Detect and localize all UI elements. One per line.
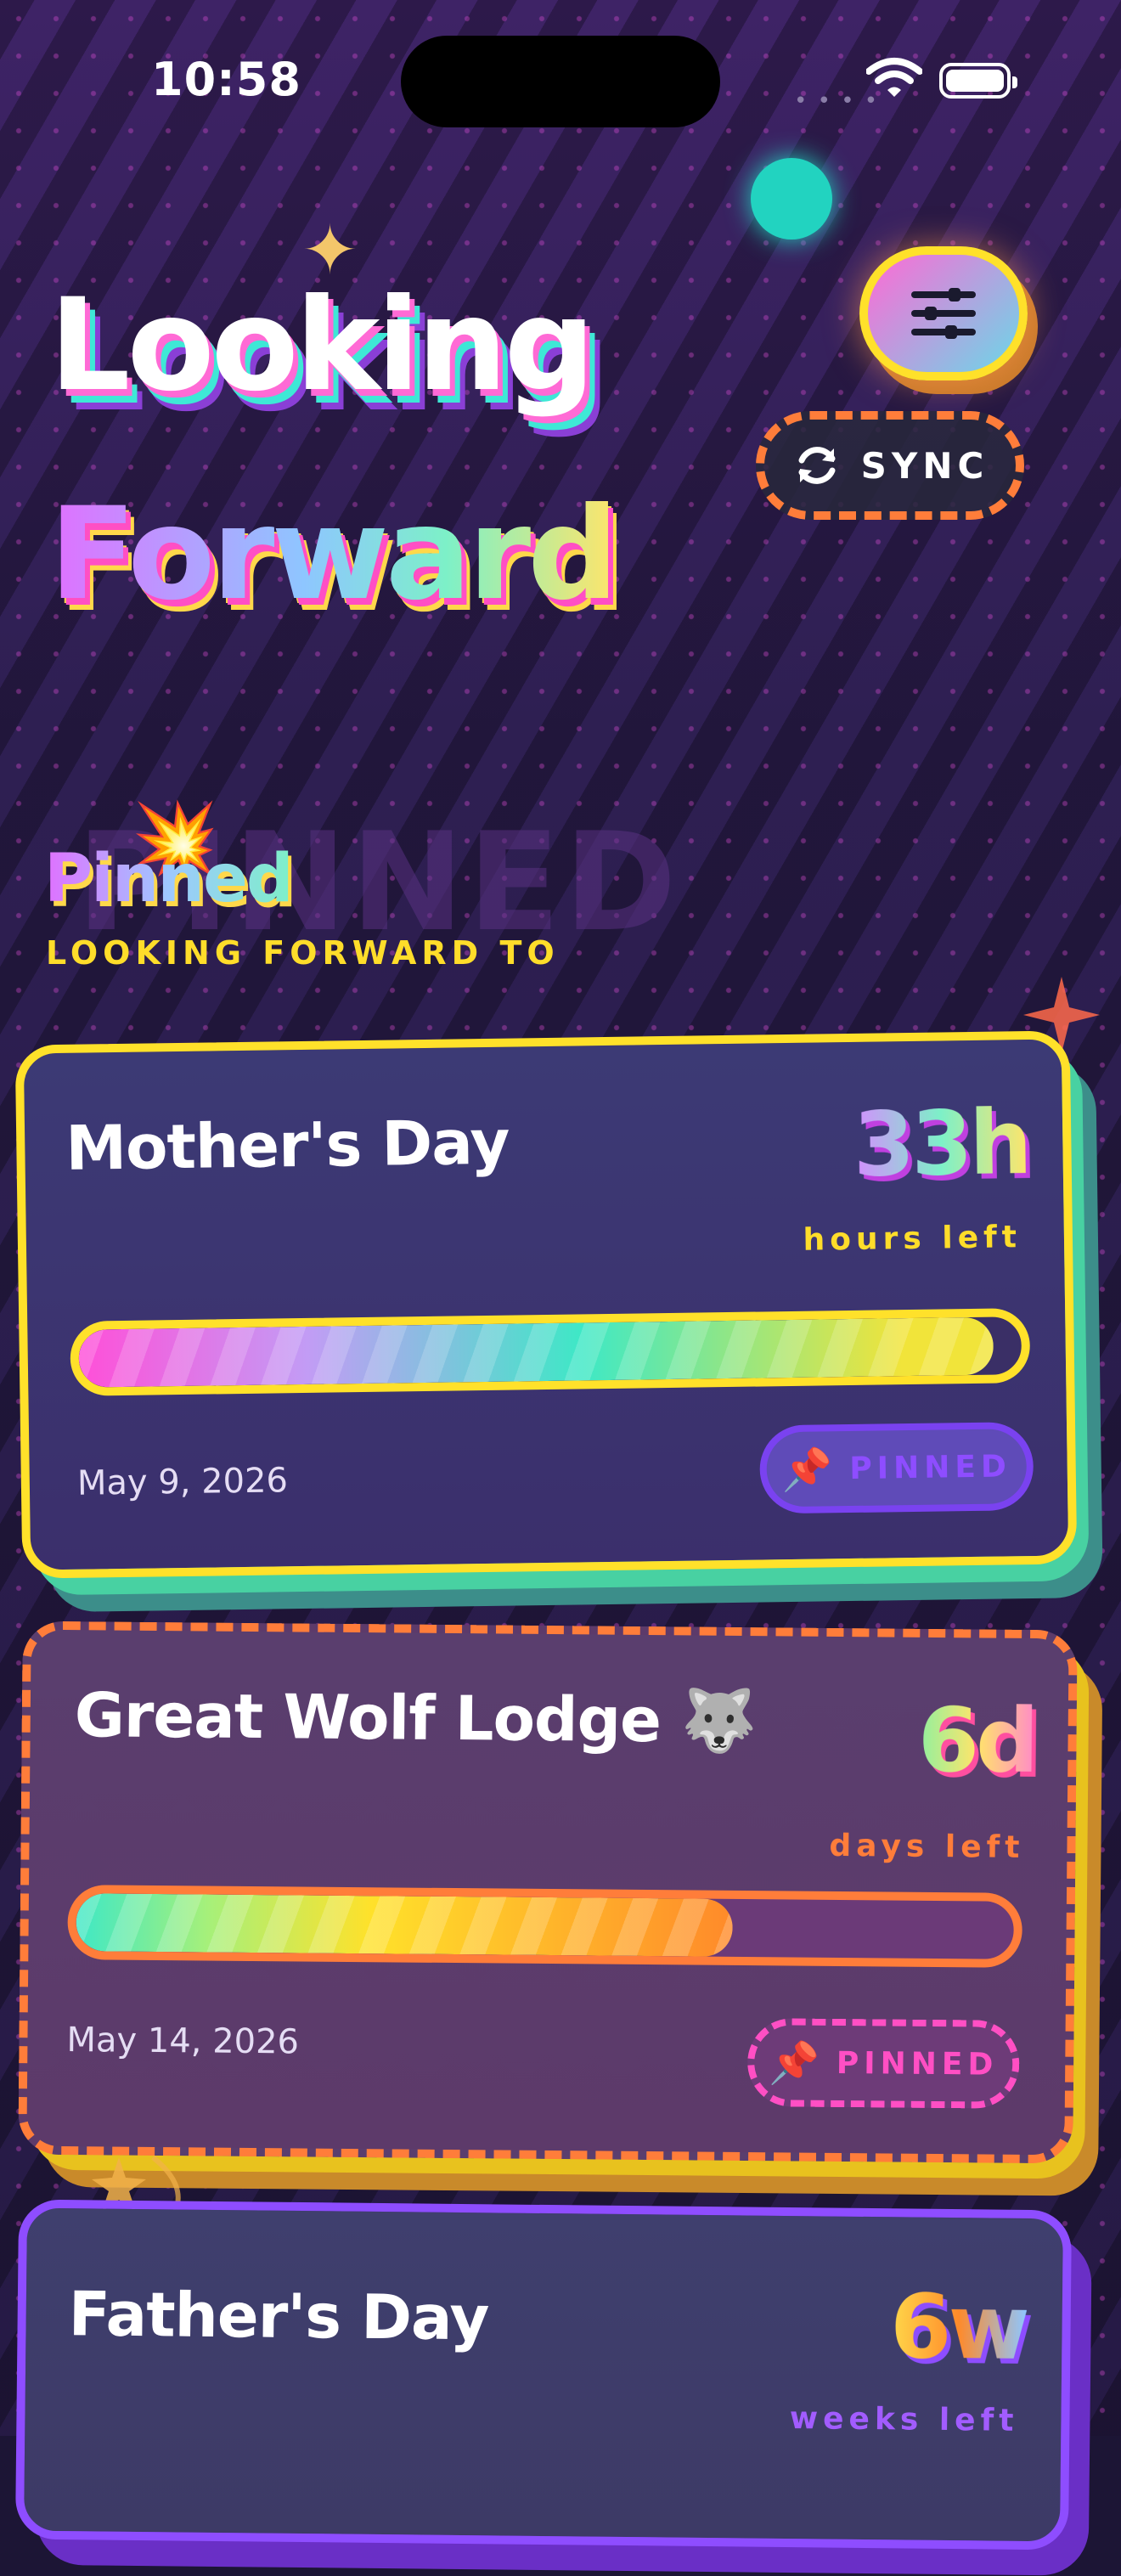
status-time: 10:58	[151, 53, 301, 106]
page-title-line1: Looking	[49, 272, 595, 420]
pinned-label: PINNED	[849, 1448, 1012, 1486]
decorative-blob	[751, 158, 832, 240]
event-name: Mother's Day	[65, 1106, 510, 1184]
event-card[interactable]: Mother's Day 33h hours left May 9, 2026 …	[14, 1030, 1103, 1613]
battery-icon	[939, 63, 1017, 99]
section-subtitle: LOOKING FORWARD TO	[46, 934, 560, 972]
countdown-unit: days left	[829, 1828, 1025, 1865]
sync-button[interactable]: SYNC	[756, 411, 1024, 520]
pinned-toggle[interactable]: 📌 PINNED	[759, 1422, 1034, 1514]
countdown-value: 6d	[917, 1688, 1037, 1794]
sync-label: SYNC	[860, 444, 989, 487]
progress-fill	[76, 1893, 733, 1957]
page-title-line2: Forward	[49, 481, 619, 628]
sliders-icon	[911, 288, 976, 339]
progress-fill	[78, 1316, 994, 1388]
countdown-value: 6w	[889, 2274, 1028, 2380]
pinned-toggle[interactable]: 📌 PINNED	[746, 2018, 1020, 2109]
dynamic-island	[401, 36, 720, 127]
event-name: Father's Day	[68, 2278, 489, 2354]
progress-bar	[67, 1885, 1023, 1968]
event-name: Great Wolf Lodge 🐺	[74, 1679, 758, 1757]
progress-bar	[70, 1308, 1031, 1396]
event-card[interactable]: Father's Day 6w weeks left	[14, 2199, 1092, 2576]
section-title: Pinned	[44, 841, 294, 917]
event-card[interactable]: Great Wolf Lodge 🐺 6d days left May 14, …	[18, 1621, 1103, 2196]
pinned-label: PINNED	[836, 2045, 999, 2083]
countdown-unit: weeks left	[789, 2401, 1019, 2438]
wifi-icon	[866, 58, 922, 97]
event-date: May 9, 2026	[76, 1461, 289, 1503]
pushpin-icon: 📌	[781, 1445, 833, 1494]
pushpin-icon: 📌	[768, 2038, 820, 2088]
event-date: May 14, 2026	[66, 2021, 300, 2062]
filter-button[interactable]	[859, 246, 1028, 380]
countdown-unit: hours left	[803, 1220, 1022, 1258]
countdown-value: 33h	[852, 1091, 1030, 1197]
sync-icon	[798, 447, 836, 484]
